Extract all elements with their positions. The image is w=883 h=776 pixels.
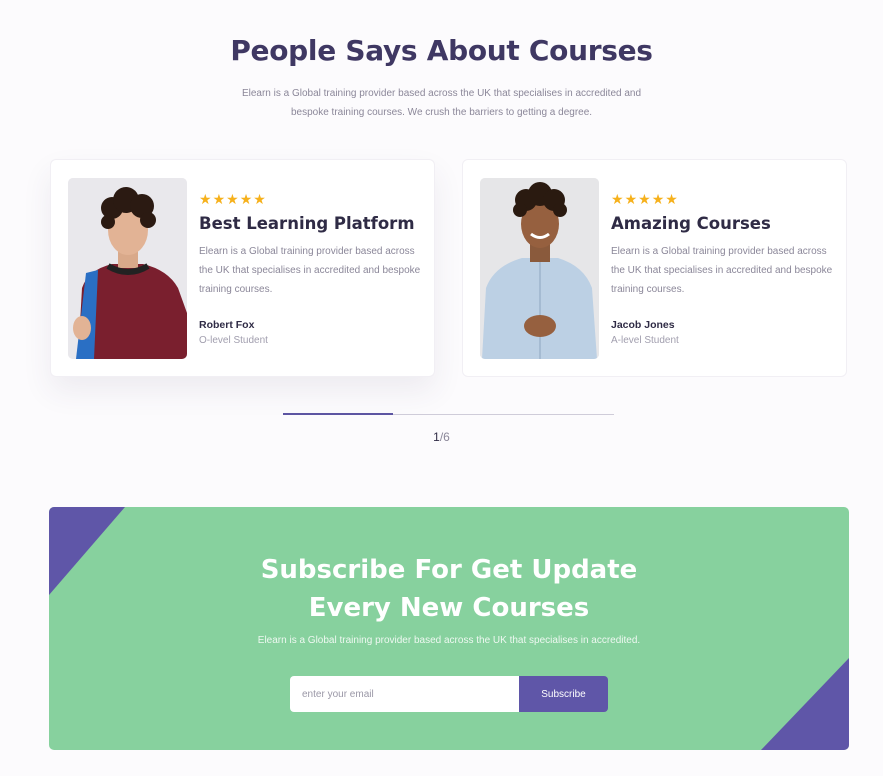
star-icon: ★ — [226, 191, 239, 207]
student-photo — [480, 178, 599, 359]
student-photo — [68, 178, 187, 359]
star-icon: ★ — [651, 191, 665, 207]
slider-progress-fill — [283, 413, 394, 415]
slide-current: 1 — [433, 430, 440, 444]
author-name: Robert Fox — [199, 319, 255, 331]
star-icon: ★ — [239, 191, 253, 207]
testimonial-text: Elearn is a Global training provider bas… — [199, 246, 421, 295]
slide-total: /6 — [439, 430, 450, 444]
star-icon: ★ — [212, 191, 226, 207]
subscribe-title-line2: Every New Courses — [308, 593, 590, 623]
testimonial-title: Best Learning Platform — [199, 214, 415, 233]
subscribe-title-line1: Subscribe For Get Update — [260, 555, 638, 585]
testimonial-text: Elearn is a Global training provider bas… — [611, 246, 833, 295]
corner-decoration — [761, 658, 849, 750]
author-role: O-level Student — [199, 335, 268, 346]
section-title: People Says About Courses — [230, 34, 653, 67]
section-subtitle: Elearn is a Global training provider bas… — [241, 88, 642, 118]
slider-progress-track[interactable] — [283, 413, 614, 415]
star-icon: ★ — [638, 191, 651, 207]
testimonial-card: ★ ★ ★ ★ ★ Best Learning Platform Elearn … — [50, 159, 435, 377]
slide-counter: 1/6 — [0, 430, 883, 444]
star-icon: ★ — [611, 191, 624, 207]
subscribe-text: Elearn is a Global training provider bas… — [257, 635, 641, 646]
subscribe-button[interactable]: Subscribe — [519, 676, 608, 712]
rating-stars: ★ ★ ★ ★ ★ — [611, 192, 678, 206]
star-icon: ★ — [199, 191, 212, 207]
star-icon: ★ — [665, 191, 678, 207]
star-icon: ★ — [624, 191, 638, 207]
testimonial-card: ★ ★ ★ ★ ★ Amazing Courses Elearn is a Gl… — [462, 159, 847, 377]
rating-stars: ★ ★ ★ ★ ★ — [199, 192, 266, 206]
subscribe-title: Subscribe For Get Update Every New Cours… — [49, 551, 849, 627]
author-name: Jacob Jones — [611, 319, 675, 331]
star-icon: ★ — [253, 191, 266, 207]
subscribe-banner: Subscribe For Get Update Every New Cours… — [49, 507, 849, 750]
author-role: A-level Student — [611, 335, 679, 346]
testimonial-title: Amazing Courses — [611, 214, 771, 233]
email-input[interactable] — [290, 676, 520, 712]
